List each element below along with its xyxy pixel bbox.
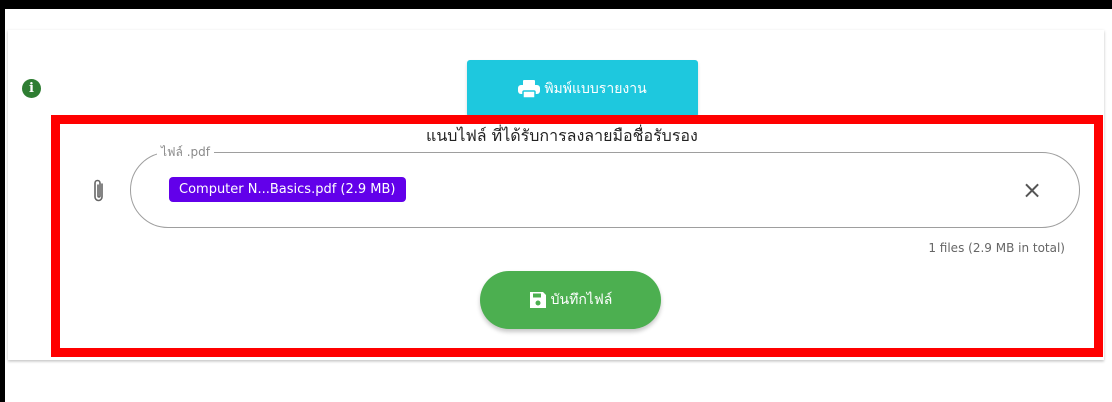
info-icon[interactable]: i xyxy=(22,79,41,98)
paperclip-icon[interactable] xyxy=(91,178,107,204)
printer-icon xyxy=(518,79,541,98)
clear-file-button[interactable]: × xyxy=(1018,176,1046,204)
upload-title: แนบไฟล์ ที่ได้รับการลงลายมือชื่อรับรอง xyxy=(426,126,698,145)
floppy-disk-icon xyxy=(529,292,546,308)
print-report-button[interactable]: พิมพ์แบบรายงาน xyxy=(467,60,698,117)
file-chip[interactable]: Computer N...Basics.pdf (2.9 MB) xyxy=(169,177,406,202)
save-file-button[interactable]: บันทึกไฟล์ xyxy=(480,271,661,329)
file-input-label: ไฟล์ .pdf xyxy=(157,143,214,162)
save-file-label: บันทึกไฟล์ xyxy=(550,292,613,308)
print-report-label: พิมพ์แบบรายงาน xyxy=(544,80,647,97)
files-summary: 1 files (2.9 MB in total) xyxy=(928,241,1065,255)
